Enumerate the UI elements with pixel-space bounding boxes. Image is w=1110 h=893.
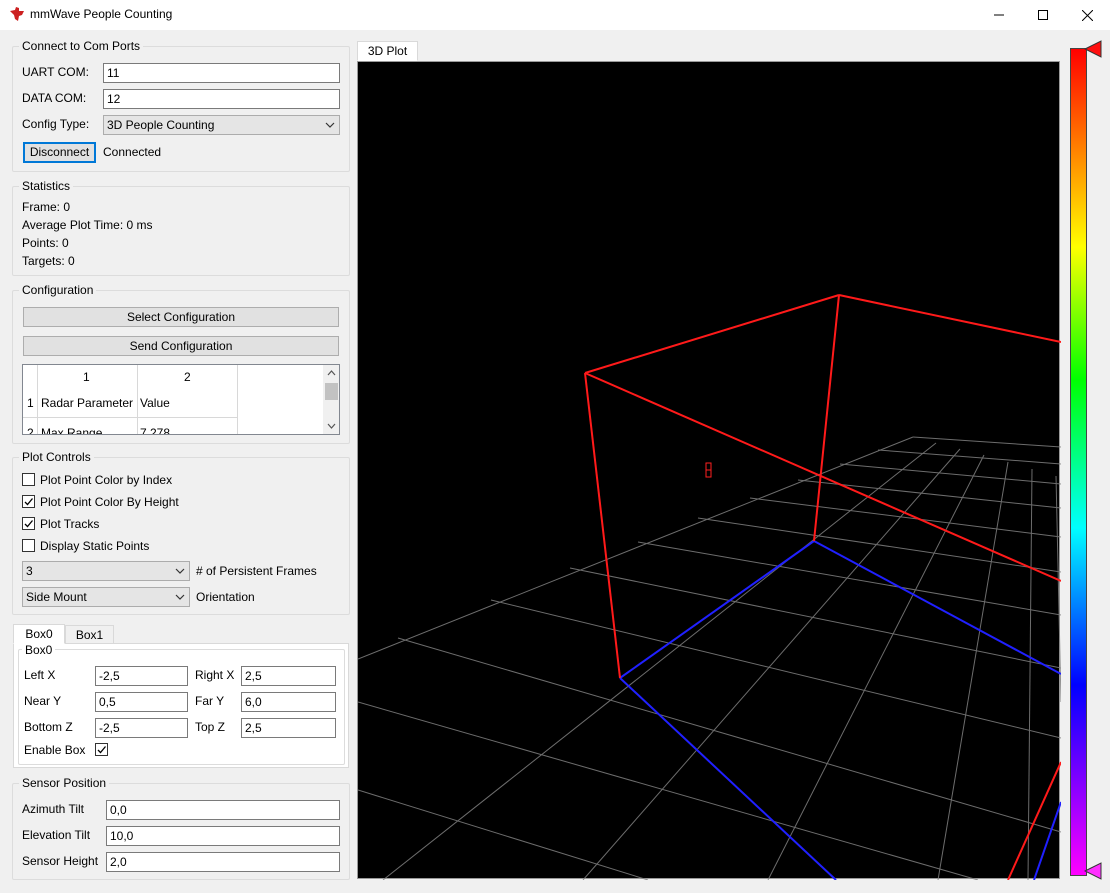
config-type-value: 3D People Counting (107, 118, 215, 132)
boundary-box-top (584, 294, 1061, 880)
table-row-index: 1 (27, 396, 34, 410)
persistent-frames-select[interactable]: 3 (22, 561, 190, 581)
points-stat: Points: 0 (22, 236, 69, 250)
chevron-down-icon (175, 594, 185, 600)
frame-stat: Frame: 0 (22, 200, 71, 214)
config-type-select[interactable]: 3D People Counting (103, 115, 340, 135)
right-x-input[interactable]: 2,5 (241, 666, 336, 686)
sensor-height-label: Sensor Height (22, 854, 99, 868)
plot-canvas[interactable] (357, 61, 1061, 880)
table-cell: Max Range (41, 426, 103, 435)
far-y-label: Far Y (195, 694, 225, 708)
statistics-group-title: Statistics (19, 179, 74, 193)
plot-option-checkbox[interactable] (22, 495, 35, 508)
far-y-input[interactable]: 6,0 (241, 692, 336, 712)
data-com-label: DATA COM: (22, 91, 87, 105)
height-color-bar[interactable] (1070, 48, 1087, 876)
bottom-z-input[interactable]: -2,5 (95, 718, 188, 738)
plot-option-label: Plot Point Color By Height (40, 495, 179, 509)
checkmark-icon (97, 746, 106, 754)
tab-3d-plot[interactable]: 3D Plot (357, 41, 418, 61)
close-button[interactable] (1064, 0, 1110, 30)
plot-option-label: Display Static Points (40, 539, 150, 553)
elevation-tilt-input[interactable]: 10,0 (106, 826, 340, 846)
maximize-button[interactable] (1020, 0, 1066, 30)
title-bar: mmWave People Counting (0, 0, 1110, 30)
table-col-header: 2 (184, 370, 191, 384)
table-col-header: 1 (83, 370, 90, 384)
connection-status: Connected (103, 145, 162, 159)
left-x-input[interactable]: -2,5 (95, 666, 188, 686)
chevron-down-icon (175, 568, 185, 574)
sensor-position-group-title: Sensor Position (19, 776, 110, 790)
disconnect-button[interactable]: Disconnect (23, 142, 96, 163)
orientation-select[interactable]: Side Mount (22, 587, 190, 607)
colorbar-min-handle-icon[interactable] (1084, 862, 1102, 880)
elevation-tilt-label: Elevation Tilt (22, 828, 91, 842)
top-z-input[interactable]: 2,5 (241, 718, 336, 738)
scroll-up-icon[interactable] (327, 370, 336, 376)
near-y-input[interactable]: 0,5 (95, 692, 188, 712)
table-divider (237, 365, 238, 434)
send-configuration-button[interactable]: Send Configuration (23, 336, 339, 356)
colorbar-max-handle-icon[interactable] (1084, 40, 1102, 58)
table-cell: Radar Parameter (41, 396, 134, 410)
checkmark-icon (24, 520, 33, 528)
near-y-label: Near Y (24, 694, 62, 708)
table-divider (137, 365, 138, 434)
connect-group-title: Connect to Com Ports (19, 39, 144, 53)
data-com-input[interactable]: 12 (103, 89, 340, 109)
persistent-frames-label: # of Persistent Frames (196, 564, 317, 578)
orientation-label: Orientation (196, 590, 255, 604)
bottom-z-label: Bottom Z (24, 720, 73, 734)
table-divider (23, 417, 238, 418)
plot-3d-view[interactable] (358, 62, 1061, 880)
top-z-label: Top Z (195, 720, 226, 734)
plot-controls-group-title: Plot Controls (19, 450, 94, 464)
table-row-index: 2 (27, 426, 34, 435)
select-configuration-button[interactable]: Select Configuration (23, 307, 339, 327)
azimuth-tilt-label: Azimuth Tilt (22, 802, 85, 816)
chevron-down-icon (325, 122, 335, 128)
config-table[interactable]: 1 2 1 Radar Parameter Value 2 Max Range … (22, 364, 340, 435)
uart-com-label: UART COM: (22, 65, 89, 79)
track-marker (705, 462, 712, 478)
plot-option-label: Plot Point Color by Index (40, 473, 173, 487)
maximize-icon (1038, 10, 1048, 20)
azimuth-tilt-input[interactable]: 0,0 (106, 800, 340, 820)
table-cell: Value (140, 396, 170, 410)
table-cell: 7.278 (140, 426, 171, 435)
table-divider (37, 365, 38, 434)
config-type-label: Config Type: (22, 117, 90, 131)
left-x-label: Left X (24, 668, 56, 682)
tab-box1[interactable]: Box1 (65, 625, 114, 645)
uart-com-input[interactable]: 11 (103, 63, 340, 83)
table-scrollbar[interactable] (323, 365, 339, 434)
floor-grid (358, 436, 1061, 880)
plot-option-checkbox[interactable] (22, 517, 35, 530)
box0-group-title: Box0 (22, 643, 56, 657)
configuration-group-title: Configuration (19, 283, 97, 297)
orientation-value: Side Mount (26, 590, 87, 604)
ti-logo-icon (10, 7, 24, 21)
scroll-down-icon[interactable] (327, 423, 336, 429)
sensor-height-input[interactable]: 2,0 (106, 852, 340, 872)
plot-option-label: Plot Tracks (40, 517, 100, 531)
minimize-button[interactable] (976, 0, 1022, 30)
enable-box-checkbox[interactable] (95, 743, 108, 756)
plot-time-stat: Average Plot Time: 0 ms (22, 218, 153, 232)
right-x-label: Right X (195, 668, 235, 682)
enable-box-label: Enable Box (24, 743, 86, 757)
targets-stat: Targets: 0 (22, 254, 75, 268)
plot-option-checkbox[interactable] (22, 473, 35, 486)
scroll-thumb[interactable] (325, 383, 338, 400)
checkmark-icon (24, 498, 33, 506)
close-icon (1081, 9, 1093, 21)
minimize-icon (994, 14, 1004, 16)
window-title: mmWave People Counting (30, 7, 173, 21)
plot-option-checkbox[interactable] (22, 539, 35, 552)
tab-box0[interactable]: Box0 (13, 624, 65, 644)
persistent-frames-value: 3 (26, 564, 33, 578)
